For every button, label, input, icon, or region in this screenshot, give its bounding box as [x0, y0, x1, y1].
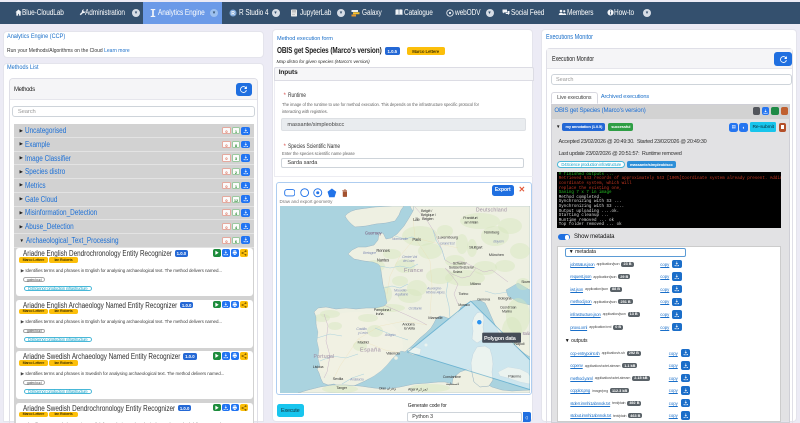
- svg-text:Svizra: Svizra: [453, 270, 463, 274]
- svg-text:Polygon data: Polygon data: [484, 336, 517, 342]
- svg-text:Iruña: Iruña: [376, 313, 385, 317]
- svg-text:Marseille: Marseille: [428, 315, 443, 320]
- svg-text:Nantes: Nantes: [377, 258, 389, 263]
- svg-text:Sevilla: Sevilla: [333, 376, 344, 381]
- svg-text:Andalucía: Andalucía: [349, 378, 364, 382]
- svg-text:Constantine: Constantine: [443, 375, 461, 379]
- svg-text:de Loire: de Loire: [403, 259, 415, 263]
- svg-text:München: München: [489, 252, 504, 257]
- svg-text:Genova: Genova: [477, 297, 491, 302]
- svg-text:Milano: Milano: [470, 281, 482, 286]
- svg-text:la Vella: la Vella: [404, 327, 416, 331]
- svg-text:Occitanie: Occitanie: [409, 307, 422, 311]
- svg-text:Tanger: Tanger: [336, 386, 347, 390]
- svg-text:Bayern: Bayern: [493, 240, 503, 244]
- svg-text:Belgien: Belgien: [422, 217, 433, 221]
- svg-text:Torino: Torino: [459, 291, 470, 296]
- svg-text:Lisboa: Lisboa: [313, 364, 325, 369]
- svg-text:Valencia: Valencia: [386, 351, 400, 356]
- svg-text:Bretagne: Bretagne: [363, 251, 376, 255]
- svg-text:Slovenj: Slovenj: [521, 280, 530, 284]
- svg-text:Italia: Italia: [523, 331, 531, 336]
- svg-text:Rhône-Alpes: Rhône-Alpes: [426, 291, 445, 295]
- svg-text:Luxembourg: Luxembourg: [438, 235, 458, 240]
- svg-text:Normandie: Normandie: [392, 237, 408, 241]
- svg-text:Portugal: Portugal: [314, 354, 335, 360]
- svg-text:Madrid: Madrid: [358, 340, 369, 345]
- svg-text:España: España: [360, 348, 382, 354]
- svg-text:Oran وهران: Oran وهران: [379, 386, 397, 391]
- svg-text:Grand Est: Grand Est: [440, 242, 456, 246]
- svg-text:Aragón: Aragón: [384, 333, 396, 337]
- svg-text:Rennes: Rennes: [376, 248, 389, 253]
- svg-text:قسنطينة: قسنطينة: [446, 381, 459, 386]
- svg-text:Lille: Lille: [413, 217, 420, 222]
- svg-text:Aquitaine: Aquitaine: [394, 293, 408, 297]
- svg-text:Bologna: Bologna: [498, 296, 512, 301]
- svg-text:am Main: am Main: [464, 220, 478, 225]
- svg-text:R: R: [231, 11, 235, 17]
- svg-text:Guernsey: Guernsey: [365, 231, 383, 236]
- svg-text:Paris: Paris: [412, 237, 421, 242]
- svg-text:Deutschland: Deutschland: [476, 208, 507, 214]
- svg-text:France: France: [404, 268, 424, 274]
- svg-text:Alger Aلجزائر: Alger Aلجزائر: [408, 387, 428, 392]
- svg-text:Marino: Marino: [502, 310, 512, 314]
- svg-text:Nürnberg: Nürnberg: [484, 230, 499, 235]
- svg-text:y León: y León: [357, 331, 368, 335]
- svg-text:Palermo: Palermo: [508, 375, 521, 379]
- svg-text:Monaco: Monaco: [458, 303, 470, 307]
- svg-text:Stuttgart: Stuttgart: [469, 245, 483, 250]
